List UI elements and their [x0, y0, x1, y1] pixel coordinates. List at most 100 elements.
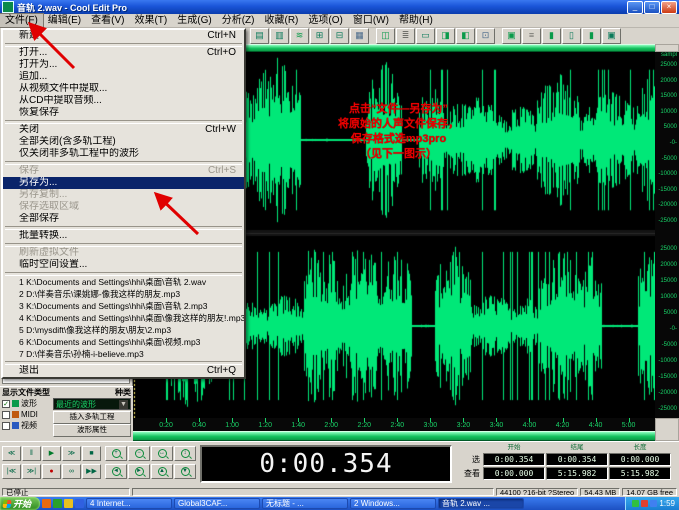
menubar-item-window[interactable]: 窗口(W) — [348, 14, 394, 27]
file-menu-item[interactable]: 另存复制... — [3, 189, 244, 201]
menubar-item-options[interactable]: 选项(O) — [303, 14, 347, 27]
toolbar-button[interactable]: ◧ — [456, 28, 475, 44]
transport-button[interactable]: ▶▶ — [82, 464, 101, 479]
toolbar-button[interactable]: ▭ — [416, 28, 435, 44]
transport-button[interactable]: ● — [42, 464, 61, 479]
file-menu-item[interactable]: 临时空间设置... — [3, 259, 244, 271]
filetype-checkbox[interactable] — [2, 411, 10, 419]
file-menu-item[interactable]: 从CD中提取音频... — [3, 95, 244, 107]
menubar-item-generate[interactable]: 生成(G) — [172, 14, 216, 27]
taskbar-button[interactable]: 4 Internet... — [86, 498, 172, 509]
quick-launch-icon[interactable] — [42, 499, 51, 508]
tray-icon[interactable] — [632, 500, 639, 507]
filetype-checkbox[interactable] — [2, 422, 10, 430]
horizontal-scrollbar[interactable] — [133, 431, 655, 441]
transport-button[interactable]: ■ — [82, 446, 101, 461]
file-menu-item[interactable]: 保存选取区域 — [3, 201, 244, 213]
menubar-item-favorites[interactable]: 收藏(R) — [259, 14, 303, 27]
amplitude-label: -25000 — [658, 218, 677, 224]
sort-dropdown[interactable]: 最近的波形 ▼ — [53, 398, 131, 410]
file-panel-button[interactable]: 波形属性 — [53, 424, 131, 437]
file-menu-item[interactable]: 从视频文件中提取... — [3, 83, 244, 95]
menubar-item-effects[interactable]: 效果(T) — [129, 14, 172, 27]
transport-button[interactable]: ▶ — [42, 446, 61, 461]
zoom-button[interactable]: ▼ — [174, 464, 196, 479]
zoom-button[interactable]: − — [128, 446, 150, 461]
file-menu-item[interactable]: 保存Ctrl+S — [3, 165, 244, 177]
file-menu-item[interactable]: 刷新虚拟文件 — [3, 247, 244, 259]
zoom-button[interactable]: ▲ — [151, 464, 173, 479]
menubar-item-edit[interactable]: 编辑(E) — [43, 14, 86, 27]
filetype-checkbox[interactable]: ✓ — [2, 400, 10, 408]
taskbar-button[interactable]: 2 Windows... — [350, 498, 436, 509]
file-menu-recent-file[interactable]: 6 K:\Documents and Settings\hhi\桌面\视频.mp… — [3, 336, 244, 348]
quick-launch-icon[interactable] — [75, 499, 84, 508]
toolbar-button[interactable]: ◫ — [376, 28, 395, 44]
file-menu-recent-file[interactable]: 1 K:\Documents and Settings\hhi\桌面\音轨 2.… — [3, 276, 244, 288]
file-menu-item[interactable]: 打开...Ctrl+O — [3, 47, 244, 59]
toolbar-button[interactable]: ▯ — [562, 28, 581, 44]
toolbar-button[interactable]: ▮ — [542, 28, 561, 44]
timeline-ruler[interactable]: 0:200:401:001:201:402:002:202:403:003:20… — [133, 418, 655, 431]
file-menu-item[interactable]: 全部保存 — [3, 213, 244, 225]
file-menu-item[interactable]: 仅关闭非多轨工程中的波形 — [3, 148, 244, 160]
file-menu-item[interactable]: 新建Ctrl+N — [3, 30, 244, 42]
file-menu-item[interactable]: 打开为... — [3, 59, 244, 71]
start-button[interactable]: 开始 — [0, 497, 40, 510]
file-panel-button[interactable]: 插入多轨工程 — [53, 411, 131, 424]
taskbar-button[interactable]: 音轨 2.wav ... — [438, 498, 524, 509]
menubar-item-file[interactable]: 文件(F) — [0, 14, 43, 27]
file-menu-item[interactable]: 退出Ctrl+Q — [3, 365, 244, 377]
maximize-button[interactable]: □ — [644, 1, 660, 14]
toolbar-button[interactable]: ⊟ — [330, 28, 349, 44]
toolbar-button[interactable]: ▮ — [582, 28, 601, 44]
toolbar-button[interactable]: ⊡ — [476, 28, 495, 44]
toolbar-button[interactable]: ▣ — [602, 28, 621, 44]
file-menu-recent-file[interactable]: 3 K:\Documents and Settings\hhi\桌面\音轨 2.… — [3, 300, 244, 312]
toolbar-button[interactable]: ▥ — [270, 28, 289, 44]
file-menu-item[interactable]: 全部关闭(含多轨工程) — [3, 136, 244, 148]
file-menu-item[interactable]: 恢复保存 — [3, 107, 244, 119]
toolbar-button[interactable]: ≡ — [522, 28, 541, 44]
transport-button[interactable]: |≪ — [2, 464, 21, 479]
menubar-item-help[interactable]: 帮助(H) — [394, 14, 438, 27]
taskbar-button[interactable]: Global3CAF... — [174, 498, 260, 509]
file-menu-item-save-as[interactable]: 另存为... — [3, 177, 244, 189]
close-button[interactable]: × — [661, 1, 677, 14]
toolbar-button[interactable]: ⊞ — [310, 28, 329, 44]
file-menu-item[interactable]: 批量转换... — [3, 230, 244, 242]
transport-button[interactable]: ‖ — [22, 446, 41, 461]
minimize-button[interactable]: _ — [627, 1, 643, 14]
taskbar-button[interactable]: 无标题 - ... — [262, 498, 348, 509]
menu-item-label: 刷新虚拟文件 — [19, 247, 79, 259]
transport-button[interactable]: ≪ — [2, 446, 21, 461]
transport-button[interactable]: ∞ — [62, 464, 81, 479]
file-menu-recent-file[interactable]: 4 K:\Documents and Settings\hhi\桌面\像我这样的… — [3, 312, 244, 324]
file-menu-item[interactable]: 关闭Ctrl+W — [3, 124, 244, 136]
zoom-button[interactable]: ↔ — [151, 446, 173, 461]
transport-button[interactable]: ≫ — [62, 446, 81, 461]
toolbar-button[interactable]: ▣ — [502, 28, 521, 44]
toolbar-button[interactable]: ▦ — [350, 28, 369, 44]
zoom-button[interactable]: ◄ — [105, 464, 127, 479]
quick-launch-icon[interactable] — [53, 499, 62, 508]
toolbar-button[interactable]: ≣ — [396, 28, 415, 44]
menubar-item-analyze[interactable]: 分析(Z) — [217, 14, 260, 27]
menubar-item-view[interactable]: 查看(V) — [86, 14, 129, 27]
quick-launch-icon[interactable] — [64, 499, 73, 508]
toolbar-button[interactable]: ≋ — [290, 28, 309, 44]
file-menu-recent-file[interactable]: 2 D:\伴奏音乐\课姚娜-像我这样的朋友.mp3 — [3, 288, 244, 300]
zoom-button[interactable]: + — [105, 446, 127, 461]
file-menu-item[interactable]: 追加... — [3, 71, 244, 83]
zoom-button[interactable]: ↕ — [174, 446, 196, 461]
tray-icon[interactable] — [641, 500, 648, 507]
zoom-button[interactable]: ► — [128, 464, 150, 479]
amplitude-ruler[interactable]: sampl 2500025000200002000015000150001000… — [655, 52, 679, 418]
toolbar-button[interactable]: ▤ — [250, 28, 269, 44]
transport-button[interactable]: ≫| — [22, 464, 41, 479]
annotation-line: 保存格式选mp3pro — [306, 132, 491, 147]
toolbar-button[interactable]: ◨ — [436, 28, 455, 44]
file-menu-recent-file[interactable]: 5 D:\mysdift\像我这样的朋友\朋友\2.mp3 — [3, 324, 244, 336]
tray-icon[interactable] — [650, 500, 657, 507]
file-menu-recent-file[interactable]: 7 D:\伴奏音乐\孙楠-i-believe.mp3 — [3, 348, 244, 360]
